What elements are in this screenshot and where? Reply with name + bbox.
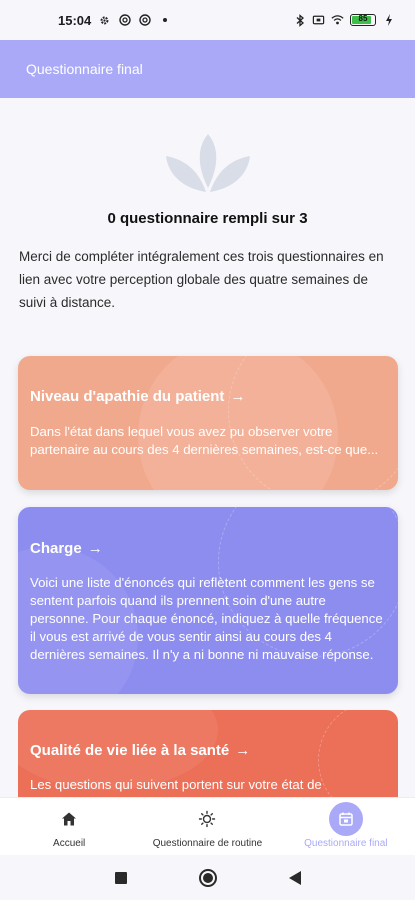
nav-icon-wrap [53,806,85,832]
card-apathie[interactable]: Niveau d'apathie du patient → Dans l'éta… [18,356,398,490]
battery-level: 85 [358,14,368,23]
card-description: Les questions qui suivent portent sur vo… [30,777,322,792]
system-nav-bar [0,855,415,900]
nav-item-questionnaire-routine[interactable]: Questionnaire de routine [138,798,276,855]
bottom-nav: Accueil Questionnaire de routine Questio… [0,797,415,855]
bluetooth-icon [293,13,306,27]
status-time: 15:04 [58,12,92,28]
card-title: Charge → [30,540,386,557]
card-title-text: Niveau d'apathie du patient [30,388,225,405]
arrow-right-icon: → [235,742,251,759]
charging-icon [382,14,395,27]
battery-icon: 85 [350,14,376,26]
lotus-icon [160,130,256,200]
home-button-icon[interactable] [198,868,218,888]
card-title: Qualité de vie liée à la santé → [30,742,386,759]
page-title: Questionnaire final [26,61,143,77]
home-icon [62,812,77,826]
nav-item-questionnaire-final[interactable]: Questionnaire final [277,798,415,855]
recents-icon[interactable] [114,871,128,885]
at-icon [118,14,131,27]
app-header: Questionnaire final [0,40,415,98]
status-right: 85 [293,13,395,27]
status-left: 15:04 [58,13,171,28]
questionnaire-counter: 0 questionnaire rempli sur 3 [107,210,308,227]
card-title: Niveau d'apathie du patient → [30,388,386,405]
calendar-icon [339,812,353,826]
at-icon [138,14,151,27]
dot-icon [158,14,171,27]
wifi-icon [331,14,344,27]
nav-label: Accueil [53,838,86,849]
vibrate-icon [312,14,325,27]
arrow-right-icon: → [87,540,103,557]
nav-item-accueil[interactable]: Accueil [0,798,138,855]
card-description: Voici une liste d'énoncés qui reflètent … [30,575,383,662]
card-description: Dans l'état dans lequel vous avez pu obs… [30,424,379,457]
gear-icon [98,14,111,27]
status-bar: 15:04 85 [0,0,415,40]
sun-icon [199,810,216,828]
back-icon[interactable] [288,870,302,886]
arrow-right-icon: → [230,388,246,405]
card-title-text: Charge [30,540,82,557]
nav-icon-wrap [328,802,363,836]
intro-text: Merci de compléter intégralement ces tro… [19,249,384,310]
card-title-text: Qualité de vie liée à la santé [30,742,230,759]
card-charge[interactable]: Charge → Voici une liste d'énoncés qui r… [18,507,398,694]
nav-label: Questionnaire de routine [152,838,263,849]
nav-icon-wrap [191,806,223,832]
nav-label: Questionnaire final [304,838,388,849]
